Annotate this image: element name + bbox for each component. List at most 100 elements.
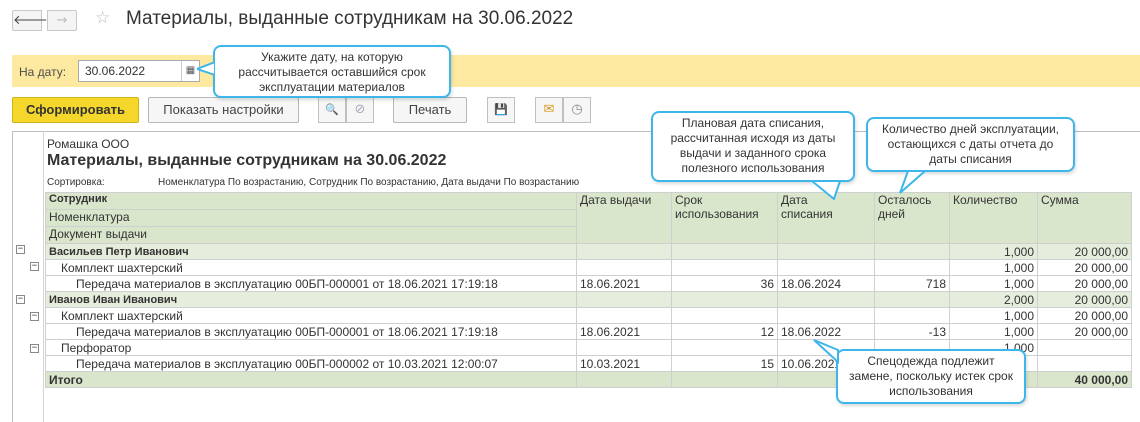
header-writeoff-line1: Дата	[781, 193, 808, 208]
row-sum: 20 000,00	[1037, 291, 1132, 308]
document-name: Передача материалов в эксплуатацию 00БП-…	[45, 323, 577, 340]
replace-hint-callout-tail	[813, 339, 839, 364]
date-hint-callout-tail	[197, 62, 215, 76]
row-sum: 20 000,00	[1037, 275, 1132, 292]
header-writeoff-line2: списания	[781, 207, 833, 221]
row-remaining-days-overdue: -13	[874, 323, 950, 340]
clear-search-icon: ⊘	[354, 102, 366, 117]
row-writeoff-date: 18.06.2024	[777, 275, 875, 292]
total-label: Итого	[45, 371, 577, 388]
days-hint-callout-tail	[899, 170, 926, 194]
collapse-toggle-icon[interactable]: −	[30, 312, 39, 321]
writeoff-hint-text: Плановая дата списания, рассчитанная исх…	[670, 116, 836, 175]
forward-button[interactable]: →	[47, 10, 77, 31]
table-row[interactable]: Иванов Иван Иванович 2,000 20 000,00	[45, 291, 1132, 308]
date-hint-callout: Укажите дату, на которую рассчитывается …	[213, 45, 451, 98]
row-term: 36	[671, 275, 778, 292]
header-remaining-line2: дней	[878, 207, 906, 221]
table-row[interactable]: Васильев Петр Иванович 1,000 20 000,00	[45, 243, 1132, 260]
clear-search-button[interactable]: ⊘	[346, 97, 374, 123]
window-titlebar: 🡐 → ☆ Материалы, выданные сотрудникам на…	[0, 0, 1140, 40]
print-button[interactable]: Печать	[393, 97, 467, 123]
row-issue-date: 10.03.2021	[576, 355, 672, 372]
page-title: Материалы, выданные сотрудникам на 30.06…	[126, 8, 574, 29]
organization-name: Ромашка ООО	[47, 137, 130, 151]
row-issue-date: 18.06.2021	[576, 323, 672, 340]
document-name: Передача материалов в эксплуатацию 00БП-…	[45, 275, 577, 292]
nomenclature-name: Комплект шахтерский	[45, 307, 577, 324]
row-sum: 20 000,00	[1037, 307, 1132, 324]
tree-column	[12, 131, 44, 422]
header-usage-term-line2: использования	[675, 207, 759, 221]
collapse-toggle-icon[interactable]: −	[16, 295, 25, 304]
row-sum: 20 000,00	[1037, 323, 1132, 340]
mail-icon: ✉	[543, 102, 555, 117]
row-term: 15	[671, 355, 778, 372]
table-row[interactable]: Комплект шахтерский 1,000 20 000,00	[45, 259, 1132, 276]
header-usage-term: Срок использования	[671, 192, 778, 244]
document-name: Передача материалов в эксплуатацию 00БП-…	[45, 355, 577, 372]
show-settings-button[interactable]: Показать настройки	[148, 97, 299, 123]
table-row[interactable]: Передача материалов в эксплуатацию 00БП-…	[45, 275, 1132, 292]
date-hint-text: Укажите дату, на которую рассчитывается …	[238, 50, 426, 94]
date-label: На дату:	[19, 65, 67, 79]
sort-label: Сортировка:	[47, 177, 105, 188]
row-issue-date: 18.06.2021	[576, 275, 672, 292]
row-quantity: 1,000	[949, 259, 1038, 276]
search-button[interactable]: 🔍	[318, 97, 346, 123]
row-sum: 20 000,00	[1037, 243, 1132, 260]
report-date-field[interactable]: 30.06.2022 ▦	[78, 60, 200, 82]
writeoff-hint-callout-tail	[812, 180, 842, 200]
row-quantity: 1,000	[949, 323, 1038, 340]
report-date-value[interactable]: 30.06.2022	[85, 64, 145, 78]
row-sum	[1037, 339, 1132, 356]
search-icon: 🔍	[325, 103, 339, 116]
row-term: 12	[671, 323, 778, 340]
header-employee: Сотрудник	[45, 192, 577, 210]
sort-value: Номенклатура По возрастанию, Сотрудник П…	[158, 177, 580, 188]
report-title: Материалы, выданные сотрудникам на 30.06…	[47, 152, 447, 169]
nomenclature-name: Перфоратор	[45, 339, 577, 356]
table-row[interactable]: Передача материалов в эксплуатацию 00БП-…	[45, 323, 1132, 340]
collapse-toggle-icon[interactable]: −	[30, 344, 39, 353]
header-remaining-line1: Осталось	[878, 193, 932, 208]
favorite-star-icon[interactable]: ☆	[95, 8, 110, 28]
collapse-toggle-icon[interactable]: −	[30, 262, 39, 271]
header-nomenclature: Номенклатура	[45, 209, 577, 227]
days-hint-text: Количество дней эксплуатации, остающихся…	[881, 122, 1060, 166]
header-issue-date: Дата выдачи	[576, 192, 672, 244]
row-quantity: 1,000	[949, 275, 1038, 292]
row-sum	[1037, 355, 1132, 372]
replace-hint-text: Спецодежда подлежит замене, поскольку ис…	[849, 354, 1013, 398]
collapse-toggle-icon[interactable]: −	[16, 245, 25, 254]
employee-name: Васильев Петр Иванович	[45, 243, 577, 260]
header-writeoff-date: Дата списания	[777, 192, 875, 244]
row-quantity: 2,000	[949, 291, 1038, 308]
row-remaining-days: 718	[874, 275, 950, 292]
arrow-left-icon: 🡐	[13, 13, 48, 28]
clock-icon: ◷	[571, 102, 583, 117]
date-parameter-bar: На дату: 30.06.2022 ▦	[12, 55, 1140, 87]
row-quantity: 1,000	[949, 307, 1038, 324]
back-button[interactable]: 🡐	[12, 10, 48, 31]
schedule-button[interactable]: ◷	[563, 97, 591, 123]
header-remaining-days: Осталось дней	[874, 192, 950, 244]
row-sum: 20 000,00	[1037, 259, 1132, 276]
row-quantity: 1,000	[949, 243, 1038, 260]
total-sum: 40 000,00	[1037, 371, 1132, 388]
table-row[interactable]: Комплект шахтерский 1,000 20 000,00	[45, 307, 1132, 324]
nomenclature-name: Комплект шахтерский	[45, 259, 577, 276]
send-email-button[interactable]: ✉	[535, 97, 563, 123]
header-usage-term-line1: Срок	[675, 193, 703, 208]
header-document: Документ выдачи	[45, 226, 577, 244]
save-button[interactable]: 💾	[487, 97, 515, 123]
employee-name: Иванов Иван Иванович	[45, 291, 577, 308]
header-sum: Сумма	[1037, 192, 1132, 244]
header-quantity: Количество	[949, 192, 1038, 244]
writeoff-hint-callout: Плановая дата списания, рассчитанная исх…	[651, 111, 855, 182]
generate-button[interactable]: Сформировать	[12, 97, 139, 123]
replace-hint-callout: Спецодежда подлежит замене, поскольку ис…	[836, 349, 1026, 404]
days-hint-callout: Количество дней эксплуатации, остающихся…	[866, 117, 1075, 172]
arrow-right-icon: →	[56, 13, 68, 28]
save-icon: 💾	[494, 103, 508, 116]
